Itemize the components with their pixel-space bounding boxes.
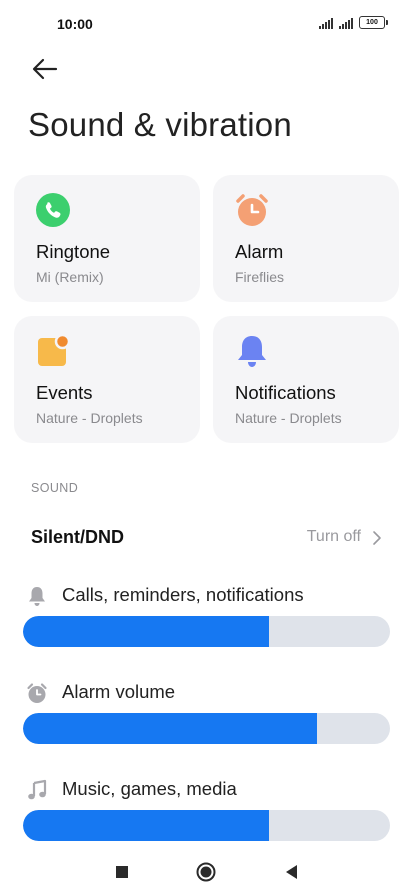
alarm-clock-icon [236,194,268,226]
volume-label-alarm: Alarm volume [62,681,176,702]
volume-slider-fill [23,616,269,647]
navigation-bar [0,846,413,896]
home-button[interactable] [195,861,217,883]
events-label: Events [36,382,93,403]
signal-icon [319,17,333,29]
event-icon [38,333,71,366]
notifications-value: Nature - Droplets [235,410,342,426]
battery-icon: 100 [359,16,388,29]
chevron-right-icon [373,531,381,545]
volume-slider-calls[interactable] [23,616,390,647]
alarm-label: Alarm [235,241,284,262]
alarm-value: Fireflies [235,269,285,285]
events-card[interactable]: Events Nature - Droplets [14,316,200,443]
silent-dnd-row[interactable]: Silent/DND Turn off [0,516,413,560]
silent-dnd-value: Turn off [306,528,361,545]
volume-slider-alarm[interactable] [23,713,390,744]
status-time: 10:00 [57,16,93,32]
page-title: Sound & vibration [28,106,292,143]
volume-slider-fill [23,810,269,841]
section-header-sound: SOUND [31,481,79,495]
ringtone-card[interactable]: Ringtone Mi (Remix) [14,175,200,302]
recents-button[interactable] [111,861,133,883]
bell-icon [29,587,45,606]
events-value: Nature - Droplets [36,410,143,426]
battery-level: 100 [366,19,378,26]
circle-icon [196,862,216,882]
alarm-card[interactable]: Alarm Fireflies [213,175,399,302]
volume-row-alarm: Alarm volume [0,678,413,708]
status-icons: 100 [319,16,388,29]
silent-dnd-label: Silent/DND [31,527,125,547]
phone-icon [36,193,70,227]
square-icon [116,866,128,878]
signal-icon [339,17,353,29]
volume-label-media: Music, games, media [62,778,237,799]
volume-row-media: Music, games, media [0,775,413,805]
music-note-icon [28,779,47,800]
arrow-left-icon [32,58,58,80]
ringtone-value: Mi (Remix) [36,269,104,285]
volume-label-calls: Calls, reminders, notifications [62,584,304,605]
volume-row-calls: Calls, reminders, notifications [0,581,413,611]
notifications-card[interactable]: Notifications Nature - Droplets [213,316,399,443]
alarm-clock-icon [27,683,47,703]
status-bar: 10:00 100 [0,0,413,48]
bell-icon [238,336,266,367]
back-button[interactable] [30,56,60,82]
volume-slider-media[interactable] [23,810,390,841]
volume-slider-fill [23,713,317,744]
triangle-left-icon [286,865,297,879]
notifications-label: Notifications [235,382,336,403]
back-nav-button[interactable] [281,861,303,883]
ringtone-label: Ringtone [36,241,111,262]
